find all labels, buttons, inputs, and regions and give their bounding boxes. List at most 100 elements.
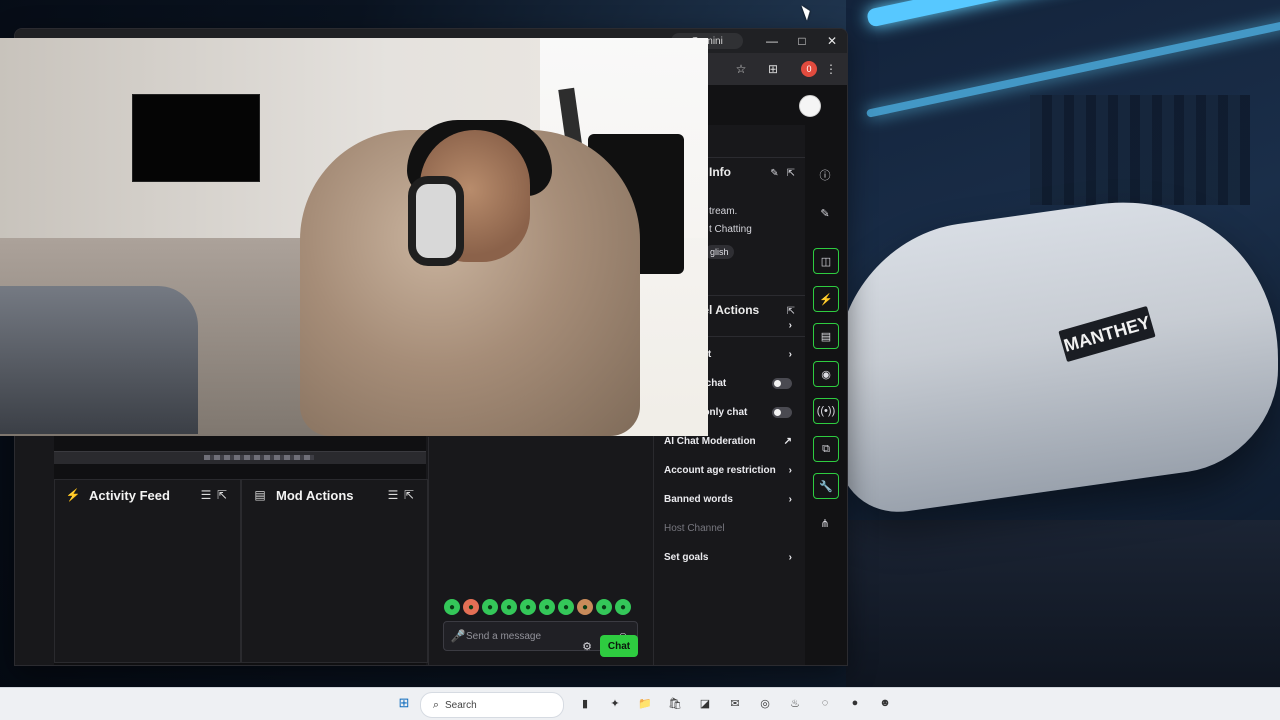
- copilot-icon[interactable]: ✦: [604, 692, 626, 714]
- headphones: [408, 176, 464, 266]
- file-explorer-icon[interactable]: 📁: [634, 692, 656, 714]
- extension-badge-icon[interactable]: 0: [801, 61, 817, 77]
- settings-gear-icon[interactable]: ⚙: [582, 640, 592, 653]
- taskbar-search-text: Search: [445, 699, 477, 711]
- mod-actions-header: ▤ Mod Actions ☰ ⇱: [242, 480, 427, 510]
- race-car: [846, 179, 1278, 521]
- layout-icon[interactable]: ⧉: [813, 436, 839, 462]
- chat-bubble-icon[interactable]: ◉: [813, 361, 839, 387]
- external-link-icon: ↗: [783, 436, 792, 447]
- channel-action-row[interactable]: Account age restriction ›: [664, 456, 792, 485]
- activity-feed-title: Activity Feed: [89, 487, 170, 503]
- chevron-right-icon: ›: [788, 552, 792, 563]
- toggle-switch[interactable]: [772, 407, 792, 418]
- emote-icon[interactable]: ●: [596, 599, 612, 615]
- stream-preview-bar: [54, 451, 426, 464]
- edit-icon[interactable]: ✎: [770, 168, 778, 179]
- emote-icon[interactable]: ●: [501, 599, 517, 615]
- channel-action-row[interactable]: Banned words ›: [664, 485, 792, 514]
- store-icon[interactable]: 🛍: [664, 692, 686, 714]
- emote-icon[interactable]: ●: [539, 599, 555, 615]
- maximize-button[interactable]: □: [787, 29, 817, 53]
- chat-send-button[interactable]: Chat: [600, 635, 638, 657]
- popout-icon[interactable]: ⇱: [401, 488, 417, 502]
- openai-icon[interactable]: ◌: [814, 692, 836, 714]
- tab-search-icon[interactable]: ⊞: [765, 61, 781, 77]
- city-skyline: [1030, 95, 1250, 205]
- emote-icon[interactable]: ●: [615, 599, 631, 615]
- right-tool-rail: ⓘ ✎ ◫ ⚡ ▤ ◉ ((•)) ⧉ 🔧 ⋔: [805, 125, 847, 665]
- chevron-right-icon: ›: [788, 320, 792, 331]
- outlook-icon[interactable]: ✉: [724, 692, 746, 714]
- lightning-icon[interactable]: ⚡: [813, 286, 839, 312]
- filter-icon[interactable]: ☰: [198, 488, 214, 502]
- webcam-overlay: [0, 38, 708, 436]
- document-icon: ▤: [254, 488, 266, 502]
- emote-icon[interactable]: ●: [463, 599, 479, 615]
- filter-icon[interactable]: ☰: [385, 488, 401, 502]
- discord-icon[interactable]: ☻: [874, 692, 896, 714]
- channel-action-label: Banned words: [664, 494, 733, 505]
- emote-icon[interactable]: ●: [558, 599, 574, 615]
- windows-taskbar: ⊞ ⌕ Search ▮ ✦ 📁 🛍 ◪ ✉ ◎ ♨ ◌ ● ☻: [0, 687, 1280, 720]
- channel-action-label: Host Channel: [664, 523, 725, 534]
- task-view-icon[interactable]: ▮: [574, 692, 596, 714]
- neon-bridge-light: [866, 0, 1280, 28]
- channel-action-label: Account age restriction: [664, 465, 776, 476]
- language-badge-text: glish: [705, 245, 734, 259]
- emote-icon[interactable]: ●: [444, 599, 460, 615]
- activity-feed-panel: ⚡ Activity Feed ☰ ⇱: [54, 479, 241, 663]
- obs-icon[interactable]: ●: [844, 692, 866, 714]
- taskbar-search[interactable]: ⌕ Search: [420, 692, 564, 718]
- taskbar-app-icons: ▮ ✦ 📁 🛍 ◪ ✉ ◎ ♨ ◌ ● ☻: [574, 692, 896, 714]
- couch: [0, 286, 198, 434]
- media-icon[interactable]: ◪: [694, 692, 716, 714]
- search-icon: ⌕: [432, 698, 440, 711]
- mod-actions-panel: ▤ Mod Actions ☰ ⇱: [241, 479, 428, 663]
- channel-action-label: AI Chat Moderation: [664, 436, 756, 447]
- document-icon[interactable]: ▤: [813, 323, 839, 349]
- emote-icon[interactable]: ●: [577, 599, 593, 615]
- info-icon[interactable]: ⓘ: [813, 163, 837, 187]
- user-avatar[interactable]: [799, 95, 821, 117]
- windows-start-icon[interactable]: ⊞: [397, 695, 411, 710]
- emote-icon[interactable]: ●: [482, 599, 498, 615]
- broadcast-icon[interactable]: ((•)): [813, 398, 839, 424]
- chat-actions: ⚙ Chat: [582, 635, 638, 657]
- popout-icon[interactable]: ⇱: [787, 168, 795, 179]
- lightning-icon: ⚡: [65, 488, 81, 502]
- chevron-right-icon: ›: [788, 465, 792, 476]
- popout-icon[interactable]: ⇱: [214, 488, 230, 502]
- activity-feed-header: ⚡ Activity Feed ☰ ⇱: [55, 480, 240, 510]
- stream-category-text: t Chatting: [709, 224, 752, 235]
- extensions-icon[interactable]: ⋔: [813, 511, 837, 535]
- chevron-right-icon: ›: [788, 349, 792, 360]
- channel-action-row[interactable]: Set goals ›: [664, 543, 792, 572]
- channel-action-row: Host Channel: [664, 514, 792, 543]
- minimize-button[interactable]: —: [757, 29, 787, 53]
- microphone-icon[interactable]: 🎤: [450, 629, 466, 643]
- chevron-right-icon: ›: [788, 494, 792, 505]
- wrench-icon[interactable]: 🔧: [813, 473, 839, 499]
- steam-icon[interactable]: ♨: [784, 692, 806, 714]
- browser-menu-icon[interactable]: ⋮: [823, 61, 839, 77]
- extension-badge-count: 0: [806, 64, 812, 74]
- pencil-icon[interactable]: ✎: [813, 201, 837, 225]
- toggle-switch[interactable]: [772, 378, 792, 389]
- television: [132, 94, 260, 182]
- language-badge: glish: [705, 242, 734, 260]
- channel-action-label: Set goals: [664, 552, 709, 563]
- bookmark-star-icon[interactable]: ☆: [733, 61, 749, 77]
- stream-info-icons: ✎ ⇱: [770, 168, 795, 179]
- emote-picker-row: ● ● ● ● ● ● ● ● ● ●: [444, 599, 631, 615]
- close-button[interactable]: ✕: [817, 29, 847, 53]
- chat-column: ● ● ● ● ● ● ● ● ● ● 🎤 ☺ ⚙ Chat: [428, 437, 652, 665]
- stream-title-text: tream.: [709, 206, 738, 217]
- focus-icon[interactable]: ◫: [813, 248, 839, 274]
- mod-actions-title: Mod Actions: [276, 487, 354, 503]
- wallpaper-bridge-scene: MANTHEY: [846, 0, 1280, 690]
- preview-mini-taskbar: [204, 455, 314, 460]
- road-surface: [846, 520, 1280, 690]
- emote-icon[interactable]: ●: [520, 599, 536, 615]
- chrome-icon[interactable]: ◎: [754, 692, 776, 714]
